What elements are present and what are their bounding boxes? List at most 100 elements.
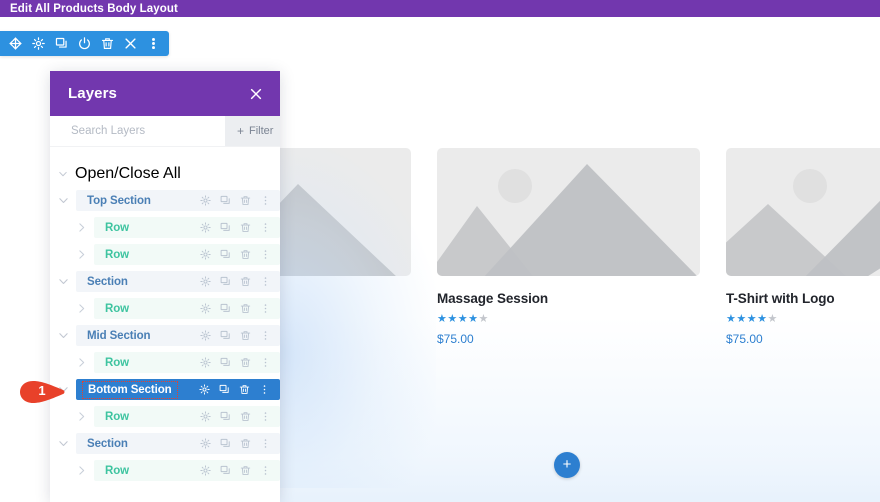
trash-icon[interactable] (240, 303, 251, 314)
duplicate-icon[interactable] (220, 465, 231, 476)
move-icon[interactable] (9, 37, 22, 50)
product-title: Massage Session (437, 291, 549, 306)
layer-row[interactable]: Mid Section (50, 322, 280, 349)
trash-icon[interactable] (240, 465, 251, 476)
layer-row-actions (200, 276, 271, 287)
gear-icon[interactable] (199, 384, 210, 395)
gear-icon[interactable] (200, 249, 211, 260)
product-price: $75.00 (726, 332, 763, 346)
gear-icon[interactable] (200, 411, 211, 422)
layer-row[interactable]: Bottom Section (50, 376, 280, 403)
save-power-icon[interactable] (78, 37, 91, 50)
filter-button[interactable]: + Filter (225, 116, 280, 146)
chevron-down-icon (59, 165, 67, 183)
duplicate-icon[interactable] (220, 411, 231, 422)
layer-row-body[interactable]: Mid Section (76, 325, 280, 346)
layers-tree[interactable]: Open/Close All Top Section Row Row Section R… (50, 147, 280, 502)
layer-row-body[interactable]: Row (94, 460, 280, 481)
trash-icon[interactable] (240, 330, 251, 341)
gear-icon[interactable] (200, 276, 211, 287)
more-vertical-icon[interactable] (260, 411, 271, 422)
trash-icon[interactable] (240, 438, 251, 449)
duplicate-icon[interactable] (220, 276, 231, 287)
layer-row-body[interactable]: Bottom Section (76, 379, 280, 400)
layer-row[interactable]: Row (50, 214, 280, 241)
gear-icon[interactable] (200, 330, 211, 341)
layer-row[interactable]: Row (50, 349, 280, 376)
chevron-right-icon[interactable] (77, 304, 86, 313)
more-vertical-icon[interactable] (260, 222, 271, 233)
add-module-button[interactable]: + (554, 452, 580, 478)
more-vertical-icon[interactable] (260, 330, 271, 341)
duplicate-icon[interactable] (220, 330, 231, 341)
gear-icon[interactable] (32, 37, 45, 50)
chevron-down-icon[interactable] (59, 439, 68, 448)
layer-row-body[interactable]: Row (94, 217, 280, 238)
chevron-right-icon[interactable] (77, 466, 86, 475)
layer-row[interactable]: Row (50, 457, 280, 484)
chevron-right-icon[interactable] (77, 358, 86, 367)
chevron-down-icon[interactable] (59, 331, 68, 340)
duplicate-icon[interactable] (219, 384, 230, 395)
duplicate-icon[interactable] (220, 195, 231, 206)
gear-icon[interactable] (200, 303, 211, 314)
layer-row-body[interactable]: Row (94, 406, 280, 427)
layer-row[interactable]: Section (50, 430, 280, 457)
layer-row-body[interactable]: Row (94, 244, 280, 265)
trash-icon[interactable] (240, 411, 251, 422)
open-close-all-toggle[interactable]: Open/Close All (50, 161, 280, 187)
layer-row-body[interactable]: Section (76, 271, 280, 292)
trash-icon[interactable] (240, 249, 251, 260)
layer-row-body[interactable]: Row (94, 352, 280, 373)
gear-icon[interactable] (200, 195, 211, 206)
gear-icon[interactable] (200, 438, 211, 449)
trash-icon[interactable] (240, 276, 251, 287)
close-icon[interactable] (249, 87, 263, 101)
more-vertical-icon[interactable] (259, 384, 270, 395)
chevron-right-icon[interactable] (77, 250, 86, 259)
more-vertical-icon[interactable] (260, 276, 271, 287)
layer-row-body[interactable]: Row (94, 298, 280, 319)
chevron-right-icon[interactable] (77, 412, 86, 421)
more-vertical-icon[interactable] (260, 249, 271, 260)
search-input[interactable] (50, 116, 225, 146)
duplicate-icon[interactable] (220, 303, 231, 314)
trash-icon[interactable] (101, 37, 114, 50)
layer-row[interactable]: Row (50, 295, 280, 322)
more-vertical-icon[interactable] (260, 465, 271, 476)
duplicate-icon[interactable] (220, 249, 231, 260)
more-vertical-icon[interactable] (260, 195, 271, 206)
gear-icon[interactable] (200, 222, 211, 233)
layers-search-bar: + Filter (50, 116, 280, 147)
chevron-right-icon[interactable] (77, 223, 86, 232)
more-vertical-icon[interactable] (260, 303, 271, 314)
gear-icon[interactable] (200, 357, 211, 368)
chevron-down-icon[interactable] (59, 196, 68, 205)
duplicate-icon[interactable] (55, 37, 68, 50)
layer-row[interactable]: Section (50, 268, 280, 295)
layer-row-body[interactable]: Top Section (76, 190, 280, 211)
duplicate-icon[interactable] (220, 438, 231, 449)
gear-icon[interactable] (200, 465, 211, 476)
layer-row-label: Row (105, 248, 129, 261)
trash-icon[interactable] (240, 357, 251, 368)
trash-icon[interactable] (239, 384, 250, 395)
product-card[interactable]: T-Shirt with Logo ★★★★★ $75.00 (726, 148, 880, 346)
chevron-down-icon[interactable] (59, 277, 68, 286)
trash-icon[interactable] (240, 222, 251, 233)
layer-row[interactable]: Top Section (50, 187, 280, 214)
duplicate-icon[interactable] (220, 222, 231, 233)
more-vertical-icon[interactable] (260, 438, 271, 449)
trash-icon[interactable] (240, 195, 251, 206)
more-vertical-icon[interactable] (147, 37, 160, 50)
layer-row[interactable]: Row (50, 241, 280, 268)
duplicate-icon[interactable] (220, 357, 231, 368)
chevron-down-icon[interactable] (59, 385, 68, 394)
close-icon[interactable] (124, 37, 137, 50)
layer-row-body[interactable]: Section (76, 433, 280, 454)
product-card[interactable]: Massage Session ★★★★★ $75.00 (437, 148, 700, 346)
layer-row-actions (200, 465, 271, 476)
layer-row-label: Row (105, 410, 129, 423)
more-vertical-icon[interactable] (260, 357, 271, 368)
layer-row[interactable]: Row (50, 403, 280, 430)
